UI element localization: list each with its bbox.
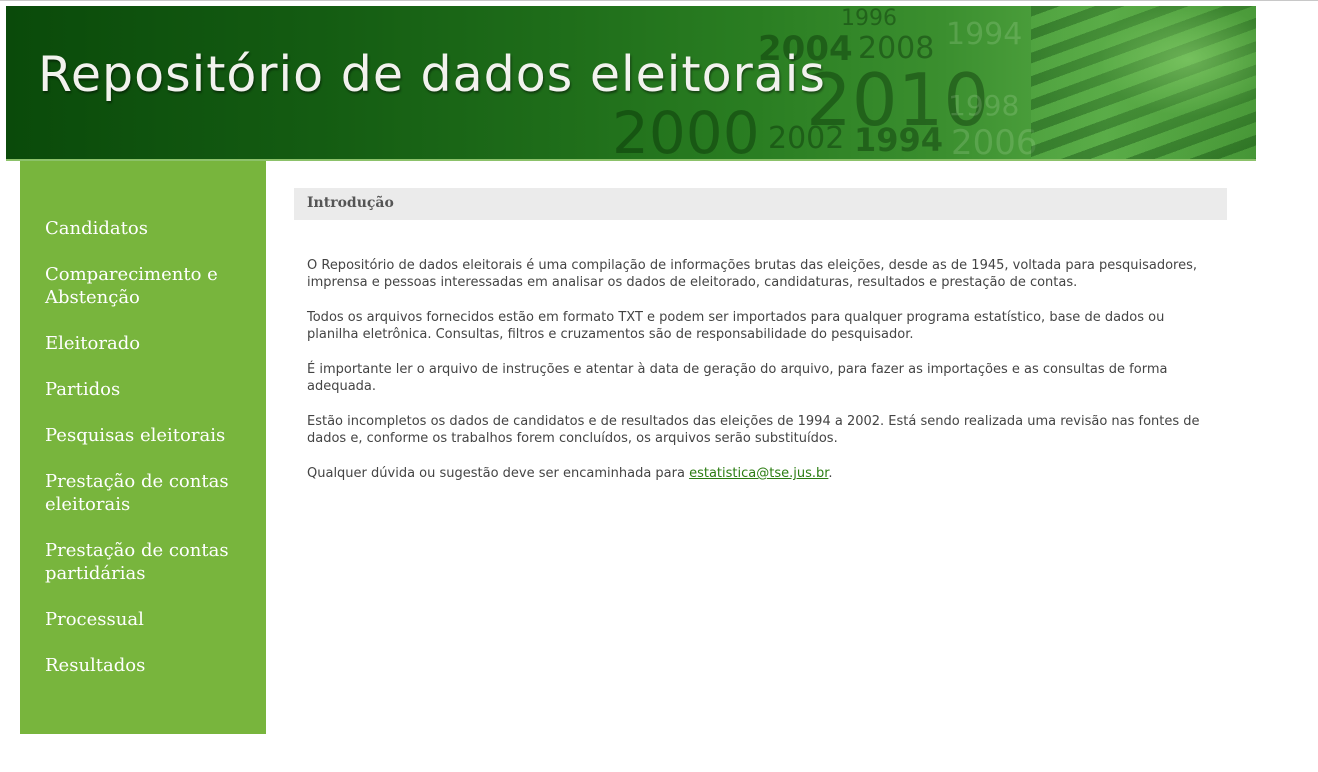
- sidebar-menu: Candidatos Comparecimento e Abstenção El…: [20, 217, 266, 677]
- sidebar-link-resultados[interactable]: Resultados: [45, 654, 245, 677]
- contact-prefix: Qualquer dúvida ou sugestão deve ser enc…: [307, 466, 690, 481]
- sidebar-item-contas-eleitorais: Prestação de contas eleitorais: [45, 470, 266, 516]
- sidebar-link-candidatos[interactable]: Candidatos: [45, 217, 245, 240]
- sidebar-item-eleitorado: Eleitorado: [45, 332, 266, 355]
- banner-year: 2006: [951, 123, 1038, 161]
- sidebar-link-processual[interactable]: Processual: [45, 608, 245, 631]
- banner-year: 2000: [612, 99, 760, 161]
- site-banner: 1996 2004 2008 1994 2010 1998 2000 2002 …: [6, 6, 1256, 161]
- main-content: Introdução O Repositório de dados eleito…: [294, 188, 1227, 500]
- sidebar-item-partidos: Partidos: [45, 378, 266, 401]
- sidebar-item-comparecimento: Comparecimento e Abstenção: [45, 263, 266, 309]
- contact-suffix: .: [828, 466, 833, 481]
- top-rule: [0, 0, 1318, 1]
- intro-paragraph: Todos os arquivos fornecidos estão em fo…: [307, 310, 1165, 342]
- banner-year: 1994: [946, 17, 1023, 52]
- intro-paragraph: Estão incompletos os dados de candidatos…: [307, 414, 1200, 446]
- sidebar-item-resultados: Resultados: [45, 654, 266, 677]
- intro-paragraph: É importante ler o arquivo de instruções…: [307, 362, 1168, 394]
- intro-paragraph: O Repositório de dados eleitorais é uma …: [307, 258, 1198, 290]
- sidebar-link-comparecimento[interactable]: Comparecimento e Abstenção: [45, 263, 245, 309]
- sidebar-item-contas-partidarias: Prestação de contas partidárias: [45, 539, 266, 585]
- sidebar-link-contas-eleitorais[interactable]: Prestação de contas eleitorais: [45, 470, 245, 516]
- sidebar-link-eleitorado[interactable]: Eleitorado: [45, 332, 245, 355]
- sidebar-link-pesquisas[interactable]: Pesquisas eleitorais: [45, 424, 245, 447]
- sidebar-item-processual: Processual: [45, 608, 266, 631]
- banner-title: Repositório de dados eleitorais: [38, 46, 826, 103]
- keyboard-hand-photo: [1031, 6, 1256, 159]
- intro-body: O Repositório de dados eleitorais é uma …: [294, 220, 1227, 482]
- sidebar-nav: Candidatos Comparecimento e Abstenção El…: [20, 161, 266, 734]
- banner-year: 1998: [948, 89, 1020, 122]
- banner-year: 2002: [768, 121, 845, 156]
- contact-email-link[interactable]: estatistica@tse.jus.br: [689, 466, 828, 481]
- sidebar-item-pesquisas: Pesquisas eleitorais: [45, 424, 266, 447]
- sidebar-link-partidos[interactable]: Partidos: [45, 378, 245, 401]
- section-title: Introdução: [294, 188, 1227, 220]
- sidebar-item-candidatos: Candidatos: [45, 217, 266, 240]
- banner-year: 1996: [841, 6, 897, 31]
- banner-year: 1994: [854, 121, 944, 159]
- contact-paragraph: Qualquer dúvida ou sugestão deve ser enc…: [307, 465, 1207, 482]
- sidebar-link-contas-partidarias[interactable]: Prestação de contas partidárias: [45, 539, 245, 585]
